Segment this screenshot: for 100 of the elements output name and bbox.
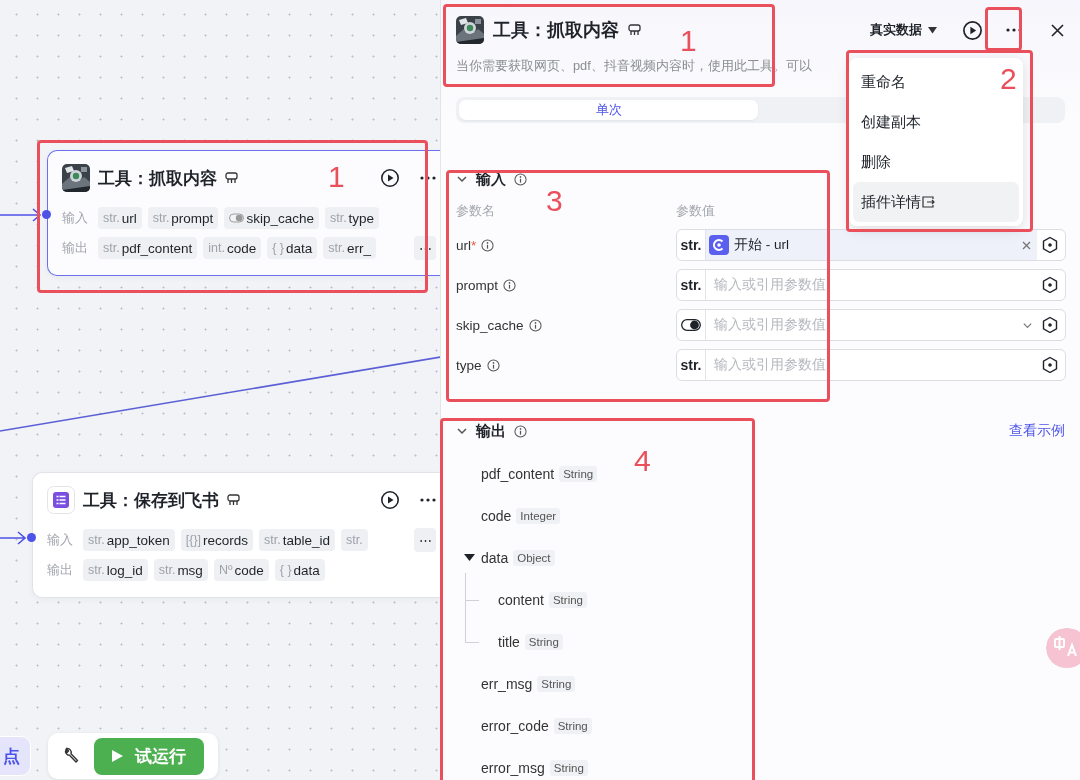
output-name: data xyxy=(481,550,509,566)
node-card[interactable]: 工具：保存到飞书 输入 str.app_token [{}]records str.table_id str. ⋯ 输出 str.log_id str.msg Nºcode { }data xyxy=(32,472,440,598)
param-name: data xyxy=(293,562,320,578)
param-name: type xyxy=(348,210,375,226)
type-tag: String xyxy=(553,718,592,734)
clear-icon[interactable] xyxy=(1022,240,1031,250)
placeholder: 输入或引用参数值 xyxy=(713,276,827,294)
type-tag: String xyxy=(559,466,598,482)
variable-icon[interactable] xyxy=(1041,356,1059,374)
param-name: code xyxy=(234,562,264,578)
section-title: 输出 xyxy=(476,421,506,441)
more-button[interactable]: ⋯ xyxy=(414,528,436,552)
param-name: table_id xyxy=(282,532,330,548)
column-header: 参数值 xyxy=(676,202,715,220)
input-field[interactable]: str. 输入或引用参数值 xyxy=(676,269,1066,301)
menu-item[interactable]: 创建副本 xyxy=(853,102,1019,142)
info-icon[interactable] xyxy=(514,172,527,186)
chevron-icon[interactable] xyxy=(456,173,468,185)
plugin-icon xyxy=(227,494,240,506)
row-label: 输入 xyxy=(47,531,74,549)
param-name: records xyxy=(203,532,249,548)
port-dot[interactable] xyxy=(42,210,51,219)
chevron-icon[interactable] xyxy=(456,425,468,437)
plugin-icon xyxy=(628,24,641,36)
output-name: content xyxy=(498,592,544,608)
play-icon[interactable] xyxy=(380,490,400,510)
data-mode-dropdown[interactable]: 真实数据 xyxy=(870,21,937,39)
param-name: pdf_content xyxy=(121,240,193,256)
output-name: title xyxy=(498,634,520,650)
input-field[interactable]: str. 开始 - url xyxy=(676,229,1066,261)
param-name: log_id xyxy=(106,562,143,578)
param-name: prompt xyxy=(171,210,214,226)
type-tag: String xyxy=(524,634,563,650)
start-icon xyxy=(709,235,729,255)
info-icon[interactable] xyxy=(503,278,517,292)
variable-icon[interactable] xyxy=(1041,236,1059,254)
annotation-number: 4 xyxy=(634,446,651,476)
type-tag: Integer xyxy=(516,508,561,524)
type-tag: String xyxy=(548,592,587,608)
output-name: code xyxy=(481,508,512,524)
output-name: err_msg xyxy=(481,676,533,692)
info-icon[interactable] xyxy=(486,358,500,372)
type-prefix: str. xyxy=(88,533,105,547)
param-name: msg xyxy=(177,562,203,578)
connector-arrow xyxy=(0,208,42,222)
type-prefix: str. xyxy=(677,350,706,380)
type-tag: String xyxy=(549,760,588,776)
info-icon[interactable] xyxy=(528,318,542,332)
input-field[interactable]: str. 输入或引用参数值 xyxy=(676,349,1066,381)
param-name: code xyxy=(226,240,257,256)
column-header: 参数名 xyxy=(456,202,495,220)
output-name: pdf_content xyxy=(481,466,555,482)
panel-title: 工具：抓取内容 xyxy=(493,19,619,42)
type-prefix: str. xyxy=(103,211,120,225)
reference-value: 开始 - url xyxy=(734,236,789,254)
info-icon[interactable] xyxy=(481,238,495,252)
type-prefix: str. xyxy=(158,563,176,577)
variable-icon[interactable] xyxy=(1041,276,1059,294)
variable-icon[interactable] xyxy=(1041,316,1059,334)
placeholder: 输入或引用参数值 xyxy=(713,316,827,334)
type-tag: Object xyxy=(513,550,555,566)
more-icon[interactable] xyxy=(420,176,436,180)
placeholder: 输入或引用参数值 xyxy=(713,356,827,374)
node-title: 工具：保存到飞书 xyxy=(83,489,219,512)
param-name: type xyxy=(456,357,482,373)
type-prefix: str. xyxy=(88,563,105,577)
caret-icon xyxy=(928,26,937,34)
row-label: 输出 xyxy=(62,239,89,257)
param-name: skip_cache xyxy=(246,210,314,226)
param-name: app_token xyxy=(106,532,170,548)
play-icon[interactable] xyxy=(962,19,983,41)
type-prefix: int. xyxy=(208,241,225,255)
expand-icon[interactable] xyxy=(464,553,475,562)
type-prefix: [{}] xyxy=(185,533,202,547)
type-prefix: { } xyxy=(272,241,285,255)
menu-item[interactable]: 插件详情 xyxy=(853,182,1019,222)
info-icon[interactable] xyxy=(514,424,527,438)
type-prefix: str. xyxy=(328,241,345,255)
wrench-icon[interactable] xyxy=(62,747,80,765)
param-name: err_ xyxy=(347,240,371,256)
type-prefix: Nº xyxy=(218,563,233,577)
play-icon[interactable] xyxy=(380,168,400,188)
tab[interactable]: 单次 xyxy=(459,100,758,120)
param-name: skip_cache xyxy=(456,317,524,333)
type-prefix: str. xyxy=(103,241,120,255)
param-name: data xyxy=(286,240,313,256)
type-tag: String xyxy=(537,676,576,692)
node-title: 工具：抓取内容 xyxy=(98,167,217,190)
close-icon[interactable] xyxy=(1051,23,1064,37)
more-icon[interactable] xyxy=(420,498,436,502)
menu-item[interactable]: 删除 xyxy=(853,142,1019,182)
view-example-link[interactable]: 查看示例 xyxy=(1009,422,1065,440)
type-prefix: str. xyxy=(677,270,706,300)
output-name: error_code xyxy=(481,718,549,734)
type-prefix: str. xyxy=(264,533,281,547)
add-node-button[interactable]: 点 xyxy=(0,736,31,776)
sheet-icon xyxy=(47,486,75,514)
row-label: 输出 xyxy=(47,561,74,579)
param-name: prompt xyxy=(456,277,499,293)
port-dot[interactable] xyxy=(27,533,36,542)
